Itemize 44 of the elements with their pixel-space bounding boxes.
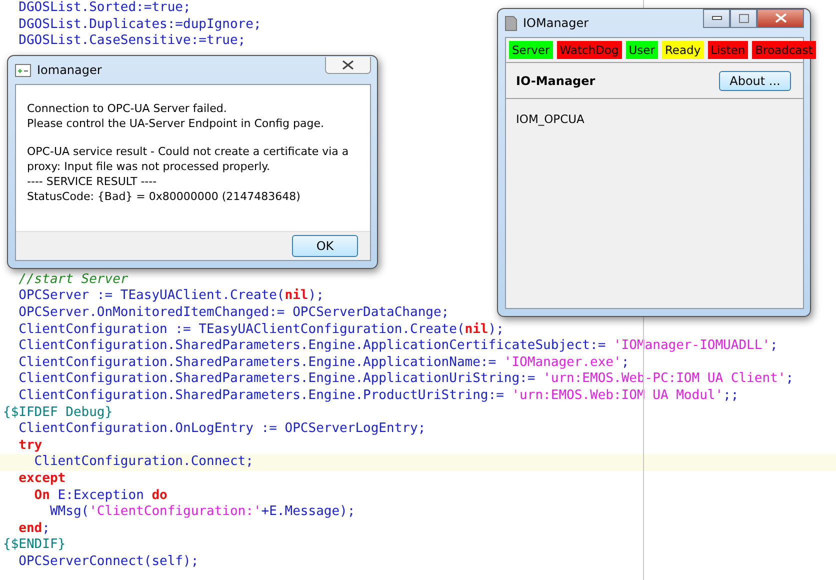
maximize-button[interactable]	[730, 8, 757, 28]
error-message: Connection to OPC-UA Server failed. Please control the UA-Server Endpoint in Config page.	[27, 101, 325, 131]
code-line: WMsg('ClientConfiguration:'+E.Message);	[48, 504, 356, 521]
dialog-title: Iomanager	[37, 63, 103, 77]
document-icon	[505, 16, 517, 30]
panel-heading: IO-Manager	[516, 74, 596, 88]
status-flag: WatchDog	[556, 41, 622, 59]
status-flag: Listen	[708, 41, 748, 59]
code-line: DGOSList.CaseSensitive:=true;	[18, 33, 246, 50]
status-flag: Ready	[662, 41, 704, 59]
code-line: OPCServer.OnMonitoredItemChanged:= OPCServerDataChange;	[18, 304, 450, 322]
code-line: ClientConfiguration := TEasyUAClientConfiguration.Create(nil);	[18, 322, 504, 338]
close-button[interactable]	[325, 56, 371, 74]
error-message: OPC-UA service result - Could not create a certificate via a proxy: Input file was not processed properly. ---- SERVICE RESULT ---- StatusCode: {Bad} = 0x80000000 (2147483648)	[27, 144, 350, 204]
code-line: ClientConfiguration.SharedParameters.Engine.ApplicationName:= 'IOManager.exe';	[18, 354, 630, 372]
code-line: ClientConfiguration.SharedParameters.Engine.ApplicationUriString:= 'urn:EMOS.Web-PC:IOM UA Client';	[18, 371, 794, 388]
code-line: OPCServer := TEasyUAClient.Create(nil);	[18, 288, 324, 305]
about-button[interactable]: About ...	[719, 70, 791, 90]
code-line: OPCServerConnect(self);	[18, 554, 199, 570]
close-icon	[342, 60, 354, 70]
minimize-button[interactable]	[703, 8, 730, 28]
close-button[interactable]	[757, 8, 804, 28]
code-line: end;	[18, 520, 50, 538]
status-flag: User	[626, 41, 658, 59]
code-line: try	[18, 438, 42, 454]
code-line: ClientConfiguration.OnLogEntry := OPCServerLogEntry;	[18, 421, 426, 438]
maximize-icon	[738, 14, 748, 22]
ok-button[interactable]: OK	[292, 235, 358, 257]
status-flag: Server	[509, 41, 553, 59]
code-line: {$ENDIF}	[2, 537, 66, 554]
code-line: ClientConfiguration.SharedParameters.Engine.ProductUriString:= 'urn:EMOS.Web:IOM UA Modul';;	[18, 388, 739, 405]
app-icon	[15, 64, 31, 76]
code-line: DGOSList.Duplicates:=dupIgnore;	[18, 16, 262, 34]
code-line: except	[18, 470, 66, 488]
code-line: DGOSList.Sorted:=true;	[18, 0, 191, 17]
status-flag: Broadcast	[752, 41, 816, 59]
window-title: IOManager	[523, 16, 590, 30]
code-line: ClientConfiguration.SharedParameters.Engine.ApplicationCertificateSubject:= 'IOManager-IOMUADLL';	[18, 338, 778, 355]
code-line: On E:Exception do	[33, 488, 168, 504]
module-name: IOM_OPCUA	[516, 112, 584, 126]
code-line: //start Server	[18, 272, 128, 288]
code-line: {$IFDEF Debug}	[2, 404, 113, 422]
minimize-icon	[712, 16, 722, 20]
close-icon	[774, 13, 786, 23]
